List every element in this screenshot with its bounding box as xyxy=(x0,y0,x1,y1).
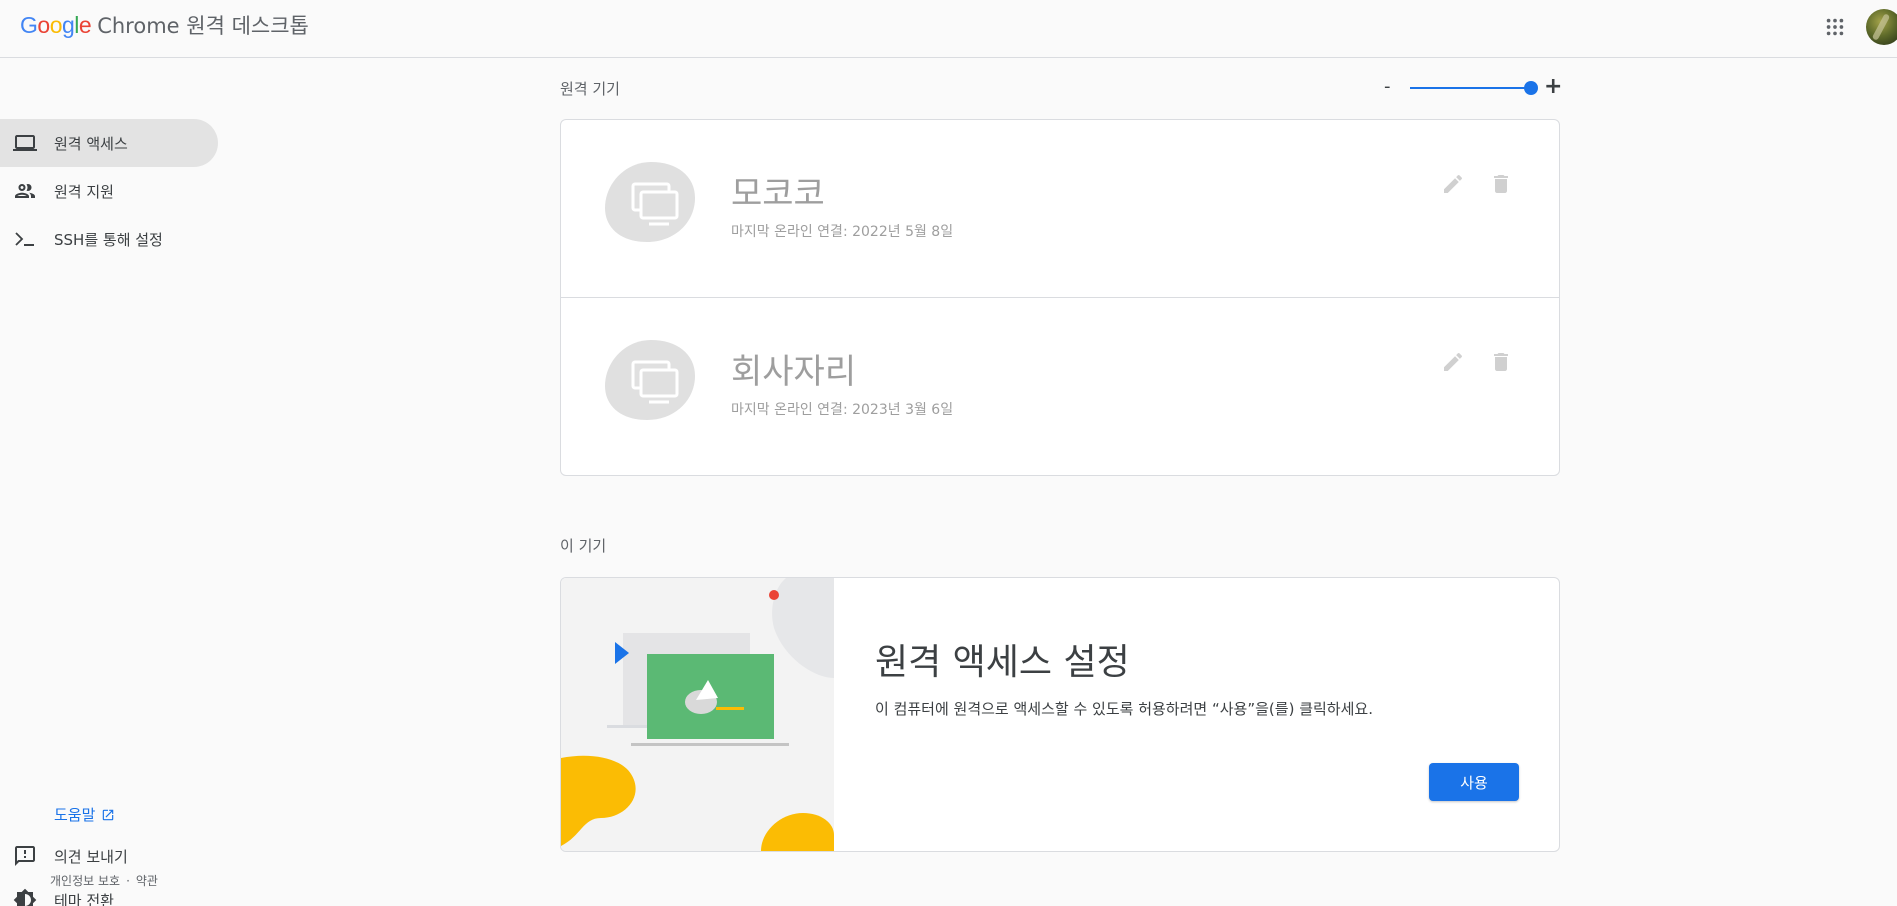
laptop-icon xyxy=(13,135,37,151)
product-name: Chrome 원격 데스크톱 xyxy=(97,14,309,38)
this-device-title: 이 기기 xyxy=(560,537,607,555)
sidebar: 원격 액세스 원격 지원 SSH를 통해 설정 도움말 의견 보내기 테마 전환… xyxy=(0,58,230,906)
privacy-link[interactable]: 개인정보 보호 xyxy=(50,874,120,888)
device-status: 마지막 온라인 연결: 2023년 3월 6일 xyxy=(731,402,954,418)
feedback-icon xyxy=(15,846,35,866)
edit-icon[interactable] xyxy=(1441,172,1465,196)
help-link[interactable]: 도움말 xyxy=(54,804,115,825)
this-device-card: 원격 액세스 설정 이 컴퓨터에 원격으로 액세스할 수 있도록 허용하려면 “… xyxy=(560,577,1560,852)
device-row[interactable]: 회사자리 마지막 온라인 연결: 2023년 3월 6일 xyxy=(561,297,1559,474)
computer-icon xyxy=(605,340,695,420)
delete-icon[interactable] xyxy=(1489,350,1513,374)
account-avatar[interactable] xyxy=(1866,9,1897,45)
setup-description: 이 컴퓨터에 원격으로 액세스할 수 있도록 허용하려면 “사용”을(를) 클릭… xyxy=(875,700,1373,718)
sidebar-item-remote-access[interactable]: 원격 액세스 xyxy=(0,119,218,167)
enable-button[interactable]: 사용 xyxy=(1429,763,1519,801)
terms-link[interactable]: 약관 xyxy=(136,874,158,888)
sidebar-item-ssh-setup[interactable]: SSH를 통해 설정 xyxy=(0,215,218,263)
edit-icon[interactable] xyxy=(1441,350,1465,374)
sidebar-item-label: 원격 지원 xyxy=(54,182,114,201)
google-logo: Google xyxy=(20,12,92,38)
people-icon xyxy=(15,184,35,198)
apps-grid-icon[interactable] xyxy=(1824,16,1846,38)
delete-icon[interactable] xyxy=(1489,172,1513,196)
setup-title: 원격 액세스 설정 xyxy=(875,642,1130,683)
brightness-icon xyxy=(13,888,37,906)
zoom-slider-track[interactable] xyxy=(1410,87,1530,89)
app-brand[interactable]: Google Chrome 원격 데스크톱 xyxy=(20,10,309,40)
sidebar-item-remote-support[interactable]: 원격 지원 xyxy=(0,167,218,215)
sidebar-item-label: 의견 보내기 xyxy=(54,847,128,866)
sidebar-item-label: 원격 액세스 xyxy=(54,134,128,153)
remote-devices-card: 모코코 마지막 온라인 연결: 2022년 5월 8일 회사자리 마지막 온라인… xyxy=(560,119,1560,476)
device-name: 회사자리 xyxy=(731,352,857,392)
separator: · xyxy=(126,874,130,888)
footer-links: 개인정보 보호 · 약관 xyxy=(50,872,158,889)
device-status: 마지막 온라인 연결: 2022년 5월 8일 xyxy=(731,224,954,240)
zoom-out-button[interactable]: - xyxy=(1384,76,1391,97)
sidebar-item-label: 테마 전환 xyxy=(54,891,114,906)
sidebar-item-label: SSH를 통해 설정 xyxy=(54,230,163,249)
terminal-icon xyxy=(15,232,34,246)
zoom-slider-thumb[interactable] xyxy=(1524,81,1538,95)
help-label: 도움말 xyxy=(54,806,96,824)
remote-devices-title: 원격 기기 xyxy=(560,80,620,98)
zoom-in-button[interactable]: + xyxy=(1544,74,1562,99)
setup-illustration xyxy=(561,578,834,851)
device-name: 모코코 xyxy=(731,174,825,214)
app-header: Google Chrome 원격 데스크톱 xyxy=(0,0,1897,58)
open-in-new-icon xyxy=(103,809,114,820)
device-row[interactable]: 모코코 마지막 온라인 연결: 2022년 5월 8일 xyxy=(561,120,1559,297)
computer-icon xyxy=(605,162,695,242)
